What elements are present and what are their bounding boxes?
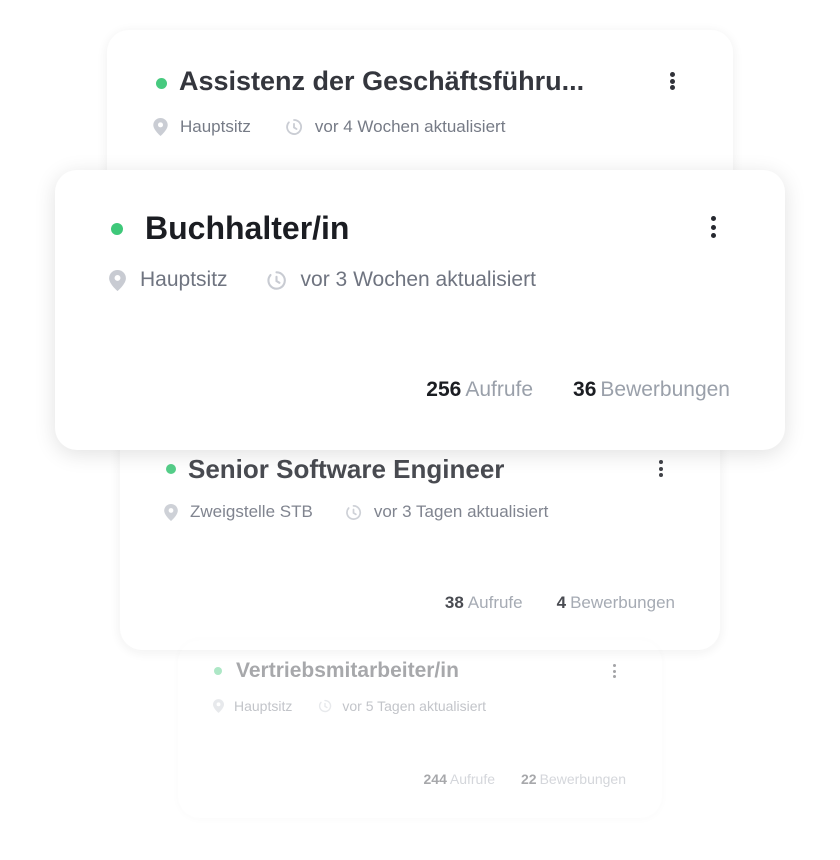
views-count: 38 [444, 593, 464, 612]
more-vertical-icon[interactable] [658, 460, 664, 477]
job-card[interactable]: Vertriebsmitarbeiter/in Hauptsitz vor 5 … [178, 640, 662, 818]
views-stat: 38 Aufrufe [445, 593, 523, 613]
job-meta: Zweigstelle STB vor 3 Tagen aktualisiert [164, 502, 548, 522]
applications-label: Bewerbungen [600, 378, 730, 401]
applications-count: 4 [556, 593, 567, 612]
map-pin-icon [153, 118, 168, 136]
job-updated: vor 3 Wochen aktualisiert [300, 268, 536, 291]
job-updated: vor 5 Tagen aktualisiert [342, 698, 487, 714]
job-card[interactable]: Senior Software Engineer Zweigstelle STB… [120, 420, 720, 650]
job-location: Hauptsitz [234, 698, 293, 714]
job-meta: Hauptsitz vor 5 Tagen aktualisiert [213, 698, 486, 714]
views-stat: 256 Aufrufe [426, 378, 533, 402]
views-count: 256 [426, 378, 462, 401]
applications-label: Bewerbungen [570, 593, 675, 612]
clock-icon [286, 119, 302, 135]
status-dot-icon [111, 223, 123, 235]
status-dot-icon [166, 464, 176, 474]
map-pin-icon [109, 269, 126, 291]
applications-stat: 22 Bewerbungen [521, 771, 626, 787]
applications-count: 36 [573, 378, 597, 401]
job-meta: Hauptsitz vor 3 Wochen aktualisiert [109, 268, 536, 292]
map-pin-icon [164, 503, 178, 521]
clock-icon [319, 699, 332, 713]
job-location: Zweigstelle STB [190, 502, 313, 521]
map-pin-icon [213, 699, 224, 713]
views-count: 244 [423, 771, 447, 787]
more-vertical-icon[interactable] [669, 72, 675, 90]
status-dot-icon [156, 78, 167, 89]
job-location: Hauptsitz [140, 268, 228, 291]
status-dot-icon [214, 667, 222, 675]
job-location: Hauptsitz [180, 117, 251, 136]
applications-stat: 4 Bewerbungen [557, 593, 675, 613]
job-updated: vor 3 Tagen aktualisiert [373, 502, 549, 521]
job-title[interactable]: Assistenz der Geschäftsführu... [179, 66, 584, 97]
views-label: Aufrufe [465, 378, 534, 401]
applications-stat: 36 Bewerbungen [573, 378, 730, 402]
clock-icon [345, 504, 361, 520]
job-title[interactable]: Vertriebsmitarbeiter/in [236, 659, 459, 683]
job-stats: 38 Aufrufe 4 Bewerbungen [445, 593, 675, 613]
applications-label: Bewerbungen [539, 771, 626, 787]
job-title[interactable]: Buchhalter/in [145, 210, 349, 247]
job-title[interactable]: Senior Software Engineer [188, 454, 504, 485]
job-meta: Hauptsitz vor 4 Wochen aktualisiert [153, 117, 505, 137]
job-stats: 244 Aufrufe 22 Bewerbungen [424, 771, 626, 787]
more-vertical-icon[interactable] [612, 664, 617, 678]
job-stats: 256 Aufrufe 36 Bewerbungen [426, 378, 730, 402]
job-card[interactable]: Buchhalter/in Hauptsitz vor 3 Wochen akt… [55, 170, 785, 450]
applications-count: 22 [521, 771, 537, 787]
views-label: Aufrufe [467, 593, 523, 612]
more-vertical-icon[interactable] [710, 216, 717, 238]
views-label: Aufrufe [449, 771, 496, 787]
job-updated: vor 4 Wochen aktualisiert [314, 117, 506, 136]
clock-icon [266, 270, 286, 290]
views-stat: 244 Aufrufe [424, 771, 496, 787]
